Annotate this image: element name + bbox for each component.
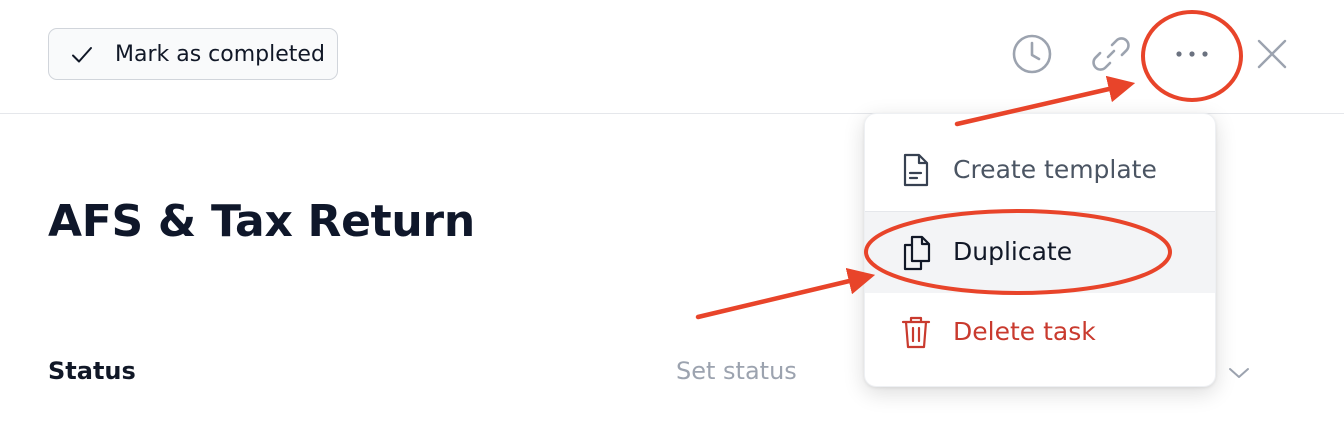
header-bar: Mark as completed bbox=[0, 0, 1344, 114]
menu-item-delete-task[interactable]: Delete task bbox=[865, 292, 1215, 372]
copy-icon bbox=[903, 235, 931, 271]
more-actions-menu: Create template Duplicate Delete task bbox=[864, 113, 1216, 387]
link-icon[interactable] bbox=[1088, 31, 1134, 77]
annotation-arrow-duplicate bbox=[695, 267, 876, 320]
menu-item-label: Delete task bbox=[953, 317, 1096, 346]
trash-icon bbox=[901, 316, 931, 349]
menu-item-duplicate[interactable]: Duplicate bbox=[865, 211, 1215, 293]
menu-item-create-template[interactable]: Create template bbox=[865, 130, 1215, 210]
checkmark-icon bbox=[72, 47, 92, 63]
mark-as-completed-button[interactable]: Mark as completed bbox=[48, 28, 338, 80]
menu-item-label: Create template bbox=[953, 155, 1157, 184]
close-icon[interactable] bbox=[1254, 36, 1290, 72]
clock-icon[interactable] bbox=[1010, 32, 1054, 76]
menu-item-label: Duplicate bbox=[953, 237, 1073, 266]
status-field-label: Status bbox=[48, 357, 136, 385]
document-icon bbox=[903, 153, 929, 187]
task-title: AFS & Tax Return bbox=[48, 196, 475, 247]
mark-as-completed-label: Mark as completed bbox=[115, 42, 325, 67]
more-icon[interactable] bbox=[1172, 44, 1212, 64]
chevron-down-icon[interactable] bbox=[1226, 360, 1252, 386]
status-select[interactable]: Set status bbox=[676, 357, 797, 385]
